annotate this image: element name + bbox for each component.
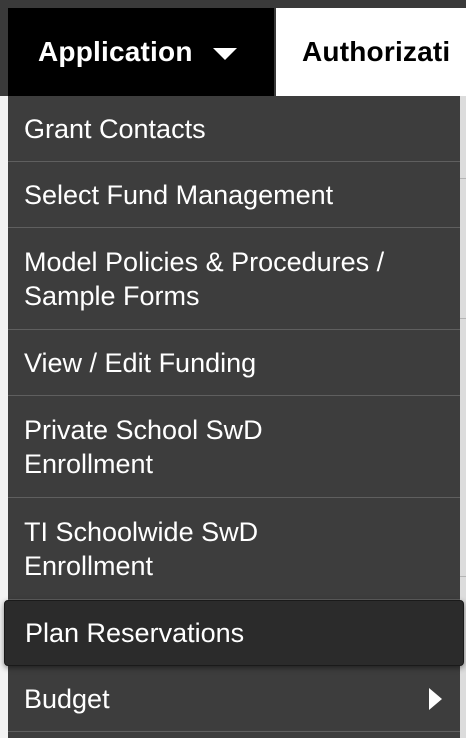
menu-item-view-edit-funding[interactable]: View / Edit Funding — [8, 330, 460, 396]
menu-item-grant-contacts[interactable]: Grant Contacts — [8, 96, 460, 162]
menu-item-plan-reservations[interactable]: Plan Reservations — [4, 600, 464, 666]
menu-item-label: TI Schoolwide SwD Enrollment — [24, 516, 259, 581]
menu-item-label: Model Policies & Procedures / Sample For… — [24, 246, 385, 311]
menu-item-label: Select Fund Management — [24, 179, 334, 210]
nav-authorization-menu[interactable]: Authorizati — [276, 8, 466, 96]
menu-item-private-school-swd-enrollment[interactable]: Private School SwD Enrollment — [8, 396, 460, 498]
menu-item-select-fund-management[interactable]: Select Fund Management — [8, 162, 460, 228]
menu-item-model-policies[interactable]: Model Policies & Procedures / Sample For… — [8, 228, 460, 330]
menu-item-label: Grant Contacts — [24, 113, 206, 144]
menu-item-ti-schoolwide-swd-enrollment[interactable]: TI Schoolwide SwD Enrollment — [8, 498, 460, 600]
menu-item-label: Private School SwD Enrollment — [24, 414, 263, 479]
menu-item-label: View / Edit Funding — [24, 347, 257, 378]
caret-down-icon — [212, 48, 237, 60]
menu-item-label: Plan Reservations — [25, 618, 245, 648]
application-dropdown-menu: Grant Contacts Select Fund Management Mo… — [4, 96, 464, 738]
nav-application-label: Application — [38, 36, 193, 67]
top-navigation-bar: Application Authorizati — [0, 0, 466, 96]
menu-item-label: Budget — [24, 683, 110, 714]
caret-right-icon — [429, 687, 442, 710]
menu-item-budget[interactable]: Budget — [8, 666, 460, 732]
page-divider — [459, 576, 466, 577]
nav-authorization-label: Authorizati — [302, 36, 451, 67]
page-divider — [459, 178, 466, 179]
nav-application-menu[interactable]: Application — [8, 8, 274, 96]
page-divider — [459, 318, 466, 319]
